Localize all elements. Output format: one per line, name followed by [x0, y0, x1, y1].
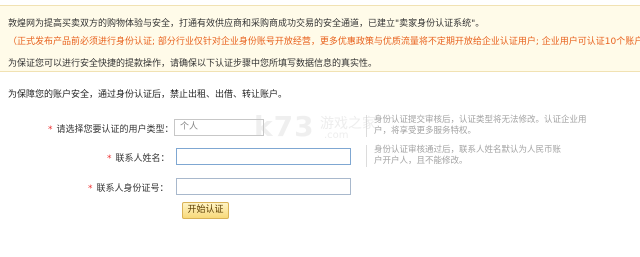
id-number-label-text: 联系人身份证号： — [96, 184, 169, 194]
start-verification-button[interactable]: 开始认证 — [182, 202, 229, 219]
user-type-hint: 身份认证提交审核后，认证类型将无法修改。认证企业用户，将享受更多服务特权。 — [366, 115, 598, 137]
contact-name-label-text: 联系人姓名： — [115, 154, 170, 164]
contact-name-hint: 身份认证审核通过后，联系人姓名默认为人民币账户开户人，且不能修改。 — [366, 145, 566, 167]
required-mark: * — [48, 125, 53, 135]
notice-line-1: 敦煌网为提高买卖双方的购物体验与安全，打通有效供应商和采购商成功交易的安全通道，… — [8, 19, 485, 29]
watermark-url-text: .com — [324, 130, 349, 141]
contact-name-label: * 联系人姓名： — [107, 151, 170, 164]
id-number-input[interactable] — [176, 178, 351, 195]
notice-box: 敦煌网为提高买卖双方的购物体验与安全，打通有效供应商和采购商成功交易的安全通道，… — [0, 5, 640, 72]
required-mark: * — [88, 184, 93, 194]
notice-line-3: 为保证您可以进行安全快捷的提款操作，请确保以下认证步骤中您所填写数据信息的真实性… — [8, 59, 378, 69]
intro-text: 为保障您的账户安全，通过身份认证后，禁止出租、出借、转让账户。 — [8, 90, 288, 100]
required-mark: * — [107, 154, 112, 164]
id-number-label: * 联系人身份证号： — [88, 181, 169, 194]
user-type-select[interactable]: 个人 — [174, 119, 264, 136]
user-type-label-text: 请选择您要认证的用户类型： — [56, 125, 174, 135]
watermark-logo-text: k73 — [254, 110, 315, 143]
notice-line-2: （正式发布产品前必须进行身份认证; 部分行业仅针对企业身份账号开放经营，更多优惠… — [8, 37, 640, 47]
watermark-logo: k73 游戏之家 .com — [254, 112, 384, 148]
user-type-label: * 请选择您要认证的用户类型： — [48, 122, 174, 135]
contact-name-input[interactable] — [176, 148, 351, 165]
